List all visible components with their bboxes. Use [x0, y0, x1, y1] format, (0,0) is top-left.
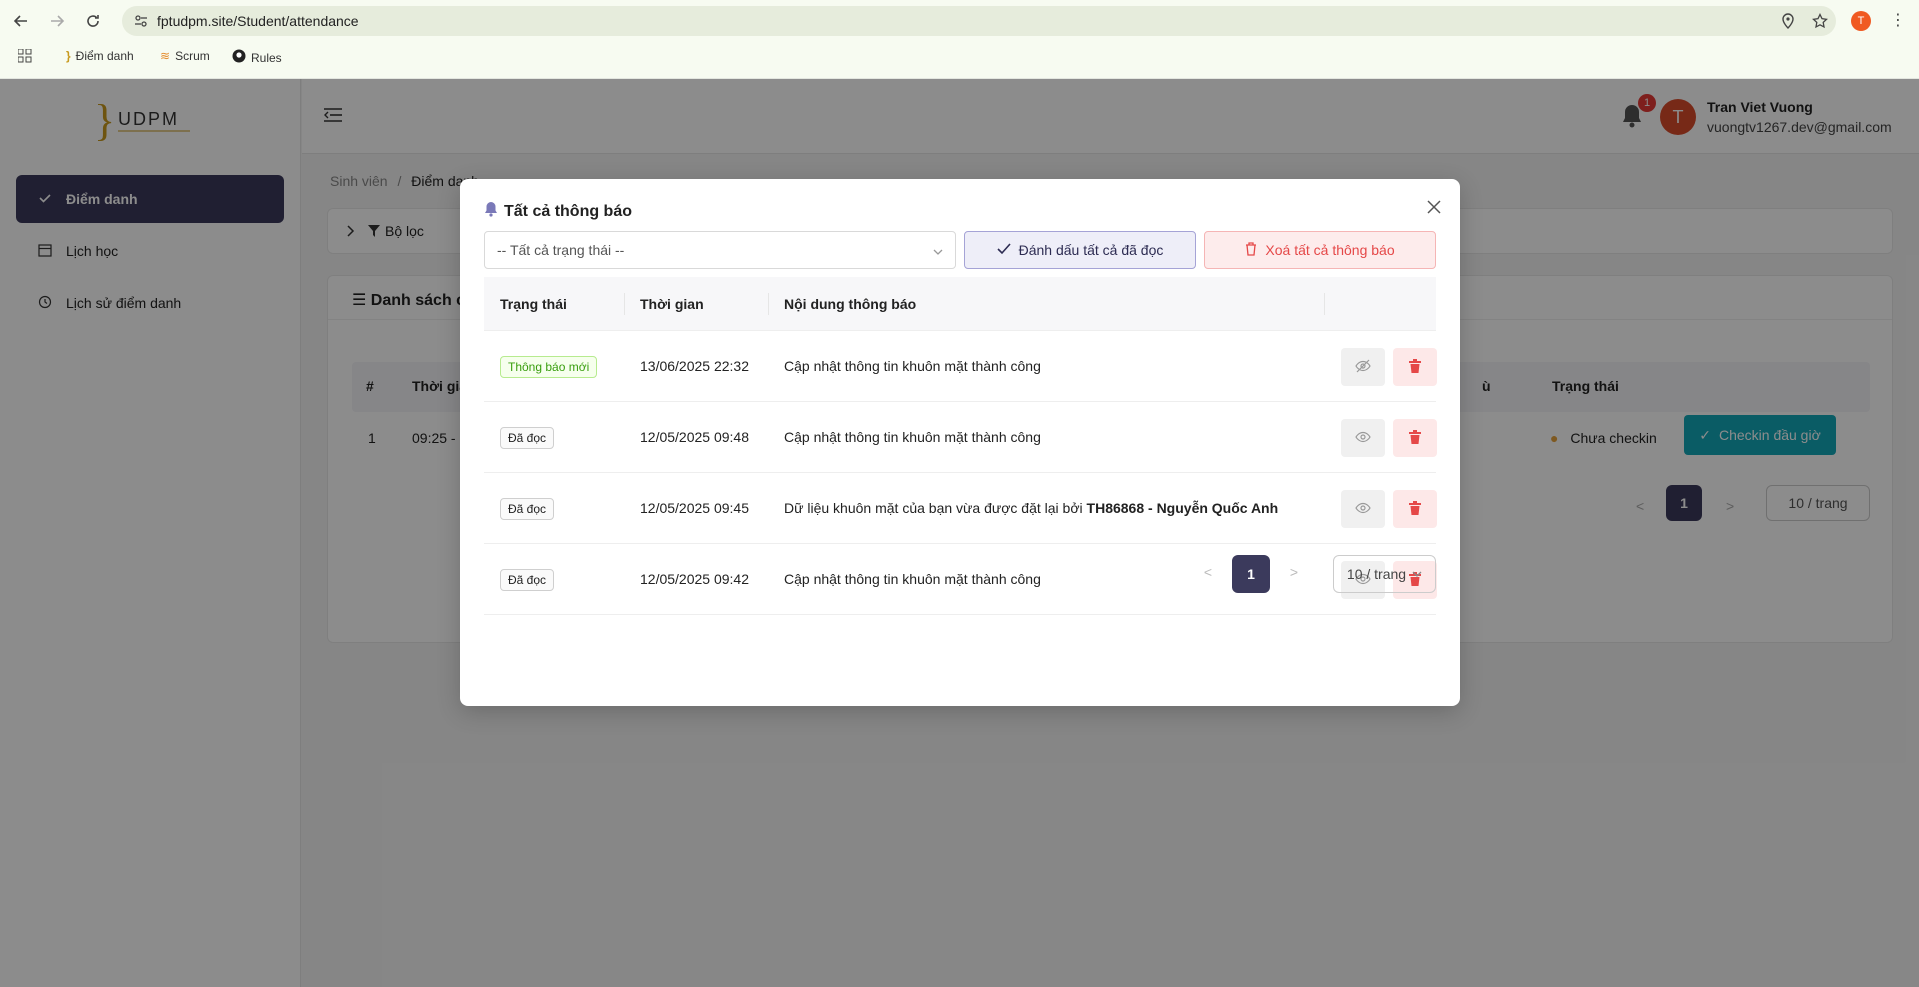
- modal-title: Tất cả thông báo: [484, 201, 632, 222]
- notifications-modal: Tất cả thông báo -- Tất cả trạng thái --…: [460, 179, 1460, 706]
- notification-content: Dữ liệu khuôn mặt của bạn vừa được đặt l…: [784, 500, 1278, 516]
- status-badge-read: Đã đọc: [500, 498, 555, 520]
- notification-text: Cập nhật thông tin khuôn mặt thành công: [784, 571, 1041, 587]
- page-size-value: 10 / trang: [1346, 566, 1407, 582]
- bookmarks-bar: } Điểm danh ≋ Scrum Rules: [0, 46, 1919, 68]
- chevron-down-icon: [1412, 566, 1422, 582]
- prev-page-icon[interactable]: <: [1198, 562, 1218, 582]
- page-number[interactable]: 1: [1232, 555, 1270, 593]
- notification-content: Cập nhật thông tin khuôn mặt thành công: [784, 429, 1041, 445]
- delete-notification-button[interactable]: [1393, 419, 1437, 457]
- column-separator: [1324, 293, 1325, 315]
- github-icon: [232, 49, 246, 66]
- trash-icon: [1409, 429, 1421, 447]
- column-separator: [768, 293, 769, 315]
- delete-notification-button[interactable]: [1393, 348, 1437, 386]
- check-icon: [997, 242, 1011, 258]
- bookmark-favicon-icon: }: [66, 49, 71, 63]
- bookmark-rules[interactable]: Rules: [232, 49, 282, 66]
- status-filter-value: -- Tất cả trạng thái --: [497, 242, 625, 258]
- mark-all-read-button[interactable]: Đánh dấu tất cả đã đọc: [964, 231, 1196, 269]
- notification-row: Đã đọc 12/05/2025 09:48 Cập nhật thông t…: [484, 402, 1437, 473]
- column-header-time: Thời gian: [640, 296, 704, 312]
- trash-icon: [1409, 358, 1421, 376]
- notification-content: Cập nhật thông tin khuôn mặt thành công: [784, 358, 1041, 374]
- column-header-status: Trạng thái: [500, 296, 567, 312]
- status-badge-read: Đã đọc: [500, 569, 555, 591]
- bookmark-label: Điểm danh: [75, 49, 134, 63]
- apps-grid-icon[interactable]: [18, 49, 32, 63]
- notification-text: Cập nhật thông tin khuôn mặt thành công: [784, 358, 1041, 374]
- bookmark-label: Scrum: [175, 49, 210, 63]
- bookmark-scrum[interactable]: ≋ Scrum: [160, 49, 210, 63]
- bookmark-star-icon[interactable]: [1812, 12, 1828, 29]
- notification-actor: TH86868 - Nguyễn Quốc Anh: [1086, 500, 1279, 516]
- notification-text: Cập nhật thông tin khuôn mặt thành công: [784, 429, 1041, 445]
- eye-icon: [1355, 430, 1371, 446]
- eye-off-icon: [1355, 359, 1371, 376]
- trash-icon: [1409, 500, 1421, 518]
- notification-time: 13/06/2025 22:32: [640, 358, 749, 374]
- notification-text: Dữ liệu khuôn mặt của bạn vừa được đặt l…: [784, 500, 1087, 516]
- mark-read-toggle-button[interactable]: [1341, 348, 1385, 386]
- view-notification-button[interactable]: [1341, 419, 1385, 457]
- bell-icon: [484, 201, 498, 222]
- browser-menu-icon[interactable]: ⋮: [1890, 10, 1906, 30]
- notification-time: 12/05/2025 09:48: [640, 429, 749, 445]
- delete-all-button[interactable]: Xoá tất cả thông báo: [1204, 231, 1436, 269]
- browser-chrome: fptudpm.site/Student/attendance T ⋮ } Đi…: [0, 0, 1919, 79]
- chevron-down-icon: [933, 244, 943, 255]
- site-info-icon[interactable]: [134, 14, 148, 28]
- location-icon[interactable]: [1781, 13, 1797, 29]
- notification-time: 12/05/2025 09:42: [640, 571, 749, 587]
- notification-time: 12/05/2025 09:45: [640, 500, 749, 516]
- address-bar[interactable]: fptudpm.site/Student/attendance: [122, 6, 1836, 36]
- bookmark-diem-danh[interactable]: } Điểm danh: [66, 49, 134, 63]
- next-page-icon[interactable]: >: [1284, 562, 1304, 582]
- delete-all-label: Xoá tất cả thông báo: [1265, 242, 1395, 258]
- bookmark-label: Rules: [251, 50, 282, 65]
- back-icon[interactable]: [10, 10, 32, 32]
- column-separator: [624, 293, 625, 315]
- column-header-content: Nội dung thông báo: [784, 296, 917, 312]
- delete-notification-button[interactable]: [1393, 490, 1437, 528]
- modal-title-text: Tất cả thông báo: [504, 202, 632, 220]
- close-icon[interactable]: [1424, 197, 1444, 217]
- status-filter-select[interactable]: -- Tất cả trạng thái --: [484, 231, 956, 269]
- url-text: fptudpm.site/Student/attendance: [157, 13, 359, 29]
- notification-content: Cập nhật thông tin khuôn mặt thành công: [784, 571, 1041, 587]
- eye-icon: [1355, 501, 1371, 517]
- notification-row: Đã đọc 12/05/2025 09:45 Dữ liệu khuôn mặ…: [484, 473, 1437, 544]
- bookmark-favicon-icon: ≋: [160, 49, 171, 63]
- mark-all-read-label: Đánh dấu tất cả đã đọc: [1018, 242, 1164, 258]
- forward-icon[interactable]: [46, 10, 68, 32]
- trash-icon: [1245, 241, 1257, 259]
- status-badge-new: Thông báo mới: [500, 356, 598, 378]
- browser-profile-avatar[interactable]: T: [1851, 11, 1871, 31]
- notifications-table-head: Trạng thái Thời gian Nội dung thông báo: [484, 277, 1436, 331]
- status-badge-read: Đã đọc: [500, 427, 555, 449]
- page-size-select[interactable]: 10 / trang: [1333, 555, 1436, 593]
- reload-icon[interactable]: [82, 10, 104, 32]
- view-notification-button[interactable]: [1341, 490, 1385, 528]
- notification-row: Thông báo mới 13/06/2025 22:32 Cập nhật …: [484, 331, 1437, 402]
